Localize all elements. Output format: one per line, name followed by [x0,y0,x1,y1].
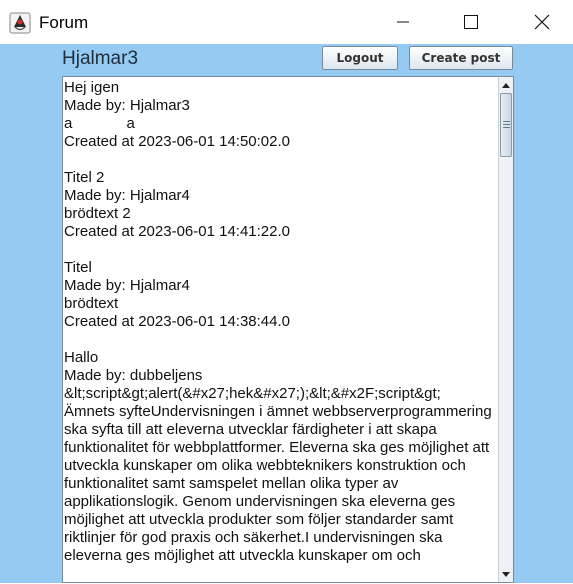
main-panel: Hjalmar3 Logout Create post Hej igen Mad… [0,44,573,583]
window-titlebar[interactable]: Forum [0,0,573,44]
post-title: Titel 2 [64,169,105,186]
scroll-down-arrow-icon[interactable] [500,567,512,581]
scroll-up-arrow-icon[interactable] [500,78,512,92]
posts-list: Hej igen Made by: Hjalmar3 a a Created a… [64,78,498,584]
post-title: Hallo [64,349,99,366]
post-item: Titel Made by: Hjalmar4 brödtext Created… [64,259,498,331]
post-item: Titel 2 Made by: Hjalmar4 brödtext 2 Cre… [64,169,498,241]
post-item: Hej igen Made by: Hjalmar3 a a Created a… [64,79,498,151]
create-post-button[interactable]: Create post [409,46,513,70]
grip-icon [503,121,510,128]
post-author: Made by: Hjalmar3 [64,97,190,114]
post-title: Titel [64,259,92,276]
post-body: &lt;script&gt;alert(&#x27;hek&#x27;);&lt… [64,385,492,564]
post-author: Made by: dubbeljens [64,367,203,384]
post-item: Hallo Made by: dubbeljens &lt;script&gt;… [64,349,498,565]
maximize-icon[interactable] [443,0,499,44]
posts-text-area[interactable]: Hej igen Made by: Hjalmar3 a a Created a… [62,76,514,583]
logout-button[interactable]: Logout [322,46,398,70]
post-body: brödtext [64,295,119,312]
java-duke-icon [9,12,31,34]
window-title: Forum [39,13,89,32]
post-author: Made by: Hjalmar4 [64,277,190,294]
post-body: a a [64,115,135,132]
post-body: brödtext 2 [64,205,131,222]
post-title: Hej igen [64,79,120,96]
vertical-scrollbar[interactable] [498,77,513,582]
post-created: Created at 2023-06-01 14:41:22.0 [64,223,291,240]
scrollbar-thumb[interactable] [500,93,512,157]
post-author: Made by: Hjalmar4 [64,187,190,204]
username-label: Hjalmar3 [62,48,139,69]
post-created: Created at 2023-06-01 14:38:44.0 [64,313,291,330]
post-created: Created at 2023-06-01 14:50:02.0 [64,133,291,150]
close-icon[interactable] [514,0,570,44]
minimize-icon[interactable] [375,0,431,44]
